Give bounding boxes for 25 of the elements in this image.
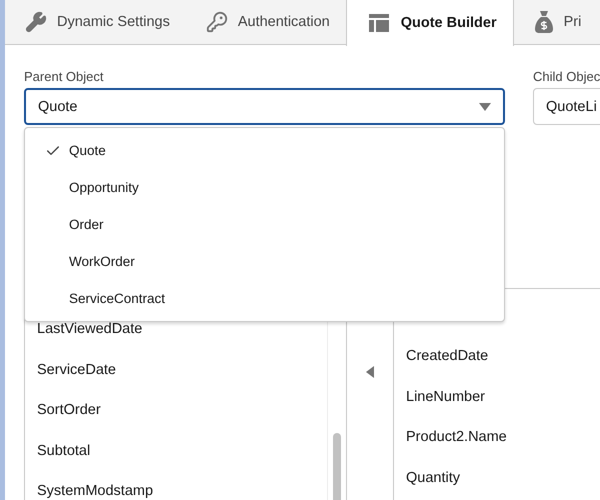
field-label: Child Objec: [533, 69, 600, 84]
list-item[interactable]: CreatedDate: [394, 336, 600, 376]
tab[interactable]: Quote Builder: [346, 0, 514, 46]
parent-object-select[interactable]: Quote: [24, 88, 505, 125]
list-item[interactable]: ServiceDate: [25, 350, 327, 390]
dropdown-caret-icon: [479, 102, 491, 110]
dropdown-option[interactable]: Quote: [25, 132, 504, 169]
money-bag-icon: [534, 10, 554, 34]
dropdown-option[interactable]: Order: [25, 206, 504, 243]
layout-icon: [366, 12, 391, 34]
child-object-select[interactable]: QuoteLi: [533, 88, 600, 125]
list-item[interactable]: Quantity: [394, 458, 600, 498]
list-item[interactable]: Subtotal: [25, 430, 327, 471]
list-item[interactable]: SortOrder: [25, 390, 327, 430]
dropdown-option[interactable]: Opportunity: [25, 169, 504, 206]
list-item[interactable]: SystemModstamp: [25, 471, 327, 500]
list-item[interactable]: Product2.Name: [394, 417, 600, 458]
dropdown-option[interactable]: ServiceContract: [25, 280, 504, 317]
wrench-icon: [25, 11, 47, 33]
key-icon: [206, 11, 228, 33]
list-item[interactable]: LineNumber: [394, 376, 600, 417]
field-label: Parent Object: [24, 69, 104, 84]
scrollbar-thumb[interactable]: [333, 433, 341, 500]
move-left-icon[interactable]: [366, 366, 374, 378]
dropdown-option[interactable]: WorkOrder: [25, 243, 504, 280]
